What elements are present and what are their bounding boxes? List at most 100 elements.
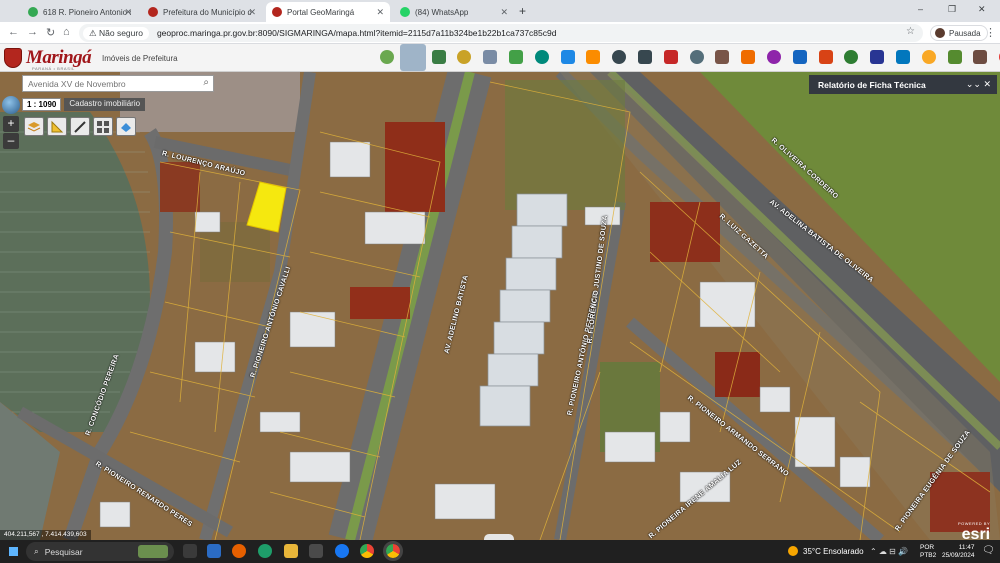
globe-icon[interactable] bbox=[2, 96, 20, 114]
tool-11-icon[interactable] bbox=[637, 49, 654, 66]
notification-icon[interactable]: 🗨 bbox=[982, 545, 995, 556]
tool-glyph bbox=[947, 50, 962, 64]
tool-4-icon[interactable] bbox=[456, 49, 473, 66]
tool-glyph bbox=[405, 51, 420, 65]
avatar bbox=[935, 28, 945, 38]
security-indicator[interactable]: ⚠ Não seguro bbox=[83, 26, 149, 40]
tool-24-icon[interactable] bbox=[972, 49, 989, 66]
tab-whatsapp[interactable]: (84) WhatsApp ✕ bbox=[394, 2, 514, 22]
profile-label: Pausada bbox=[949, 28, 981, 38]
chrome-active-icon[interactable] bbox=[383, 541, 403, 561]
tool-glyph bbox=[767, 50, 781, 64]
tab-geomaringa[interactable]: Portal GeoMaringá ✕ bbox=[266, 2, 390, 22]
mail-icon[interactable] bbox=[309, 544, 323, 558]
tool-10-icon[interactable] bbox=[611, 49, 628, 66]
firefox-icon[interactable] bbox=[232, 544, 246, 558]
tool-19-icon[interactable] bbox=[843, 49, 860, 66]
aerial-imagery[interactable] bbox=[0, 72, 1000, 540]
report-panel-controls[interactable]: ⌄⌄ ✕ bbox=[966, 79, 991, 90]
tab-title: Portal GeoMaringá bbox=[287, 7, 355, 17]
facebook-icon[interactable] bbox=[335, 544, 349, 558]
tool-glyph bbox=[921, 50, 936, 64]
map-view[interactable]: R. LOURENÇO ARAÚJO R. PIONEIRO ANTÔNIO C… bbox=[0, 72, 1000, 540]
url-text: geoproc.maringa.pr.gov.br:8090/SIGMARING… bbox=[156, 28, 557, 38]
tool-15-icon[interactable] bbox=[740, 49, 757, 66]
tool-21-icon[interactable] bbox=[895, 49, 912, 66]
tab-maps[interactable]: 618 R. Pioneiro Antonio de Ga… ✕ bbox=[22, 2, 138, 22]
language-line2: PTB2 bbox=[920, 552, 937, 559]
reload-icon[interactable]: ↻ bbox=[46, 26, 55, 39]
tool-2-icon[interactable] bbox=[399, 44, 426, 71]
search-icon[interactable]: ⌕ bbox=[203, 77, 209, 88]
word-icon[interactable] bbox=[207, 544, 221, 558]
tool-5-icon[interactable] bbox=[482, 49, 499, 66]
tool-20-icon[interactable] bbox=[869, 49, 886, 66]
bookmark-star-icon[interactable]: ☆ bbox=[906, 26, 915, 37]
tool-16-icon[interactable] bbox=[766, 49, 783, 66]
file-explorer-icon[interactable] bbox=[284, 544, 298, 558]
tool-14-icon[interactable] bbox=[714, 49, 731, 66]
maximize-button[interactable]: ❐ bbox=[948, 4, 956, 15]
language-indicator[interactable]: POR PTB2 bbox=[920, 544, 936, 560]
tool-glyph bbox=[870, 50, 885, 64]
zoom-in-button[interactable]: + bbox=[3, 116, 19, 132]
chrome-icon[interactable] bbox=[360, 544, 374, 558]
grid-icon[interactable] bbox=[93, 117, 113, 136]
tool-6-icon[interactable] bbox=[508, 49, 525, 66]
tool-7-icon[interactable] bbox=[534, 49, 551, 66]
new-tab-button[interactable]: + bbox=[519, 4, 526, 18]
city-crest-icon bbox=[4, 48, 22, 68]
clock[interactable]: 11:47 25/09/2024 bbox=[942, 544, 975, 560]
draw-pen-icon[interactable] bbox=[70, 117, 90, 136]
scale-label: 1 : 1090 bbox=[22, 98, 62, 111]
tool-8-icon[interactable] bbox=[560, 49, 577, 66]
tool-3-icon[interactable] bbox=[431, 49, 448, 66]
layers-icon[interactable] bbox=[24, 117, 44, 136]
address-bar[interactable]: ⚠ Não seguro geoproc.maringa.pr.gov.br:8… bbox=[79, 24, 923, 42]
system-tray[interactable]: ⌃ ☁ ⊟ 🔊 bbox=[870, 547, 908, 556]
report-panel-header[interactable]: Relatório de Ficha Técnica ⌄⌄ ✕ bbox=[809, 75, 997, 94]
zoom-out-button[interactable]: – bbox=[3, 133, 19, 149]
forward-arrow-icon[interactable]: → bbox=[27, 26, 38, 38]
map-search-box[interactable]: ⌕ bbox=[22, 75, 214, 92]
task-view-icon[interactable] bbox=[183, 544, 197, 558]
close-icon[interactable]: ✕ bbox=[376, 7, 384, 18]
minimize-button[interactable]: – bbox=[918, 4, 923, 14]
weather-widget[interactable]: 35°C Ensolarado bbox=[788, 546, 864, 556]
tab-title: Prefeitura do Município de Ma… bbox=[163, 7, 251, 17]
menu-dots-icon[interactable]: ⋮ bbox=[985, 26, 996, 39]
close-icon[interactable]: ✕ bbox=[500, 7, 508, 18]
close-window-button[interactable]: ✕ bbox=[978, 4, 986, 15]
sun-icon bbox=[788, 546, 798, 556]
search-icon: ⌕ bbox=[34, 546, 39, 556]
clock-time: 11:47 bbox=[958, 544, 975, 551]
tool-17-icon[interactable] bbox=[792, 49, 809, 66]
taskbar-search[interactable]: ⌕ Pesquisar bbox=[26, 542, 174, 561]
tool-glyph bbox=[663, 50, 678, 64]
tool-12-icon[interactable] bbox=[663, 49, 680, 66]
tool-glyph bbox=[638, 50, 652, 64]
tool-18-icon[interactable] bbox=[818, 49, 835, 66]
profile-button[interactable]: Pausada bbox=[930, 25, 988, 41]
edge-icon[interactable] bbox=[258, 544, 272, 558]
windows-start-icon[interactable] bbox=[9, 547, 18, 556]
tool-13-icon[interactable] bbox=[689, 49, 706, 66]
close-icon[interactable]: ✕ bbox=[124, 7, 132, 18]
tool-9-icon[interactable] bbox=[585, 49, 602, 66]
tool-glyph bbox=[818, 50, 833, 64]
tool-glyph bbox=[586, 50, 601, 64]
tool-1-icon[interactable] bbox=[379, 49, 396, 66]
measure-icon[interactable] bbox=[47, 117, 67, 136]
close-icon[interactable]: ✕ bbox=[248, 7, 256, 18]
tab-prefeitura[interactable]: Prefeitura do Município de Ma… ✕ bbox=[142, 2, 262, 22]
tool-22-icon[interactable] bbox=[921, 49, 938, 66]
tool-glyph bbox=[612, 50, 627, 64]
tool-glyph bbox=[380, 50, 394, 64]
maps-pin-icon bbox=[28, 7, 38, 17]
address-search-input[interactable] bbox=[23, 78, 193, 89]
basemap-icon[interactable] bbox=[116, 117, 136, 136]
tool-23-icon[interactable] bbox=[947, 49, 964, 66]
home-icon[interactable]: ⌂ bbox=[63, 26, 70, 38]
back-arrow-icon[interactable]: ← bbox=[8, 26, 19, 38]
windows-taskbar: ⌕ Pesquisar 35°C Ensolarado ⌃ ☁ ⊟ 🔊 POR … bbox=[0, 540, 1000, 563]
